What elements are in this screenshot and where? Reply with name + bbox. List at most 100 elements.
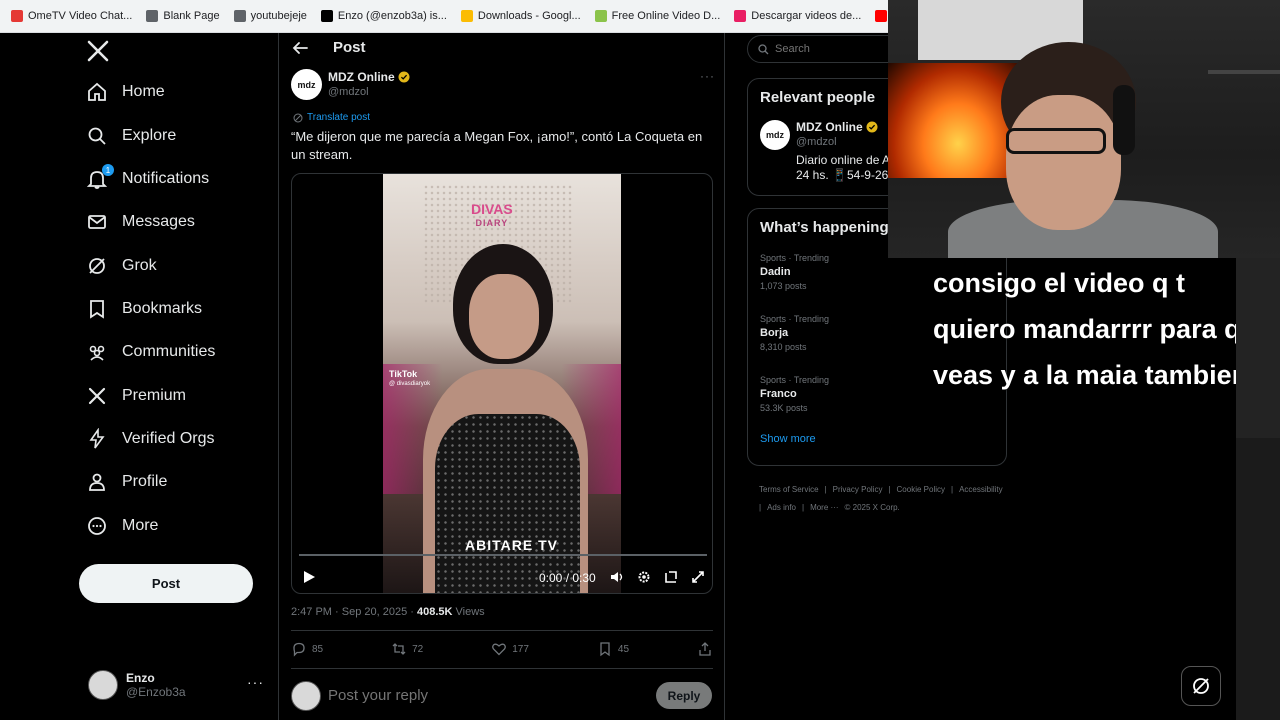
- bookmark-item[interactable]: Free Online Video D...: [588, 4, 728, 28]
- nav-item-notifications[interactable]: 1 Notifications: [86, 164, 209, 194]
- scrollbar[interactable]: [1236, 438, 1280, 720]
- relevant-person-avatar[interactable]: mdz: [760, 120, 790, 150]
- bookmark-item[interactable]: youtubejeje: [227, 4, 314, 28]
- bookmark-item[interactable]: Enzo (@enzob3a) is...: [314, 4, 454, 28]
- footer-link[interactable]: Ads info: [767, 503, 796, 512]
- post-button[interactable]: Post: [79, 564, 253, 603]
- video-player[interactable]: DIVAS DIARY TikTok @ divasdiaryok ABITAR…: [291, 173, 713, 594]
- nav-item-communities[interactable]: Communities: [86, 337, 215, 367]
- search-icon: [758, 43, 769, 54]
- account-handle: @Enzob3a: [126, 685, 186, 699]
- nav-item-messages[interactable]: Messages: [86, 207, 195, 237]
- verified-badge-icon: [398, 71, 410, 83]
- tiktok-icon: [320, 10, 333, 22]
- reply-input[interactable]: [328, 687, 608, 704]
- video-timecode: 0:00 / 0:30: [539, 571, 596, 585]
- lightning-icon: [86, 428, 108, 450]
- settings-gear-icon[interactable]: [637, 570, 651, 584]
- post-timestamp[interactable]: 2:47 PM · Sep 20, 2025 ·: [291, 606, 417, 618]
- reply-button[interactable]: Reply: [656, 682, 712, 709]
- footer-separator: |: [801, 503, 805, 512]
- video-brand-sub: DIARY: [475, 218, 509, 228]
- fullscreen-icon[interactable]: [691, 570, 705, 584]
- reply-icon: [293, 642, 305, 657]
- nav-item-verified-orgs[interactable]: Verified Orgs: [86, 424, 214, 454]
- author-avatar[interactable]: mdz: [291, 69, 322, 100]
- x-logo-icon[interactable]: [86, 39, 110, 63]
- nav-item-label: Premium: [122, 387, 187, 404]
- nav-item-more[interactable]: More: [86, 511, 158, 541]
- drive-icon: [460, 10, 473, 22]
- views-count: 408.5K: [416, 606, 453, 618]
- author-name-text[interactable]: MDZ Online: [328, 70, 395, 84]
- avatar: [291, 681, 321, 711]
- repost-count: 72: [412, 643, 424, 655]
- translate-label[interactable]: Translate post: [307, 112, 370, 123]
- nav-item-explore[interactable]: Explore: [86, 121, 176, 151]
- like-count: 177: [512, 643, 529, 655]
- search-icon: [86, 125, 108, 147]
- video-progress-bar[interactable]: [299, 554, 707, 556]
- x-logo-icon: [86, 385, 108, 407]
- video-brand-logo: DIVAS DIARY: [471, 202, 513, 230]
- left-navigation: Home Explore 1 Notifications Messages Grok Boo…: [0, 33, 278, 720]
- author-name[interactable]: MDZ Online: [328, 70, 410, 84]
- play-icon[interactable]: [302, 570, 316, 584]
- abitare-watermark: ABITARE TV: [465, 537, 558, 553]
- repost-action[interactable]: 72: [391, 641, 423, 657]
- nav-item-label: Grok: [122, 257, 157, 274]
- bookmark-icon: [86, 298, 108, 320]
- verified-badge-icon: [866, 121, 878, 133]
- footer-link[interactable]: Cookie Policy: [897, 485, 945, 494]
- home-icon: [86, 81, 108, 103]
- account-switcher[interactable]: Enzo @Enzob3a ···: [88, 668, 268, 702]
- nav-item-grok[interactable]: Grok: [86, 251, 157, 281]
- post-meta: 2:47 PM · Sep 20, 2025 · 408.5K Views: [291, 606, 485, 618]
- more-dots-icon[interactable]: ···: [247, 674, 264, 690]
- video-frame[interactable]: DIVAS DIARY TikTok @ divasdiaryok ABITAR…: [383, 174, 621, 593]
- relevant-person-handle: @mdzol: [796, 136, 837, 148]
- nav-item-premium[interactable]: Premium: [86, 381, 186, 411]
- volume-icon[interactable]: [610, 570, 624, 584]
- bookmark-item[interactable]: Descargar videos de...: [727, 4, 868, 28]
- download-icon: [594, 10, 607, 22]
- show-more-link[interactable]: Show more: [748, 433, 1006, 457]
- avatar: [88, 670, 118, 700]
- communities-icon: [86, 341, 108, 363]
- bookmark-action[interactable]: 45: [597, 641, 629, 657]
- video-brand: DIVAS: [471, 201, 513, 217]
- page-icon: [146, 10, 159, 22]
- nav-item-bookmarks[interactable]: Bookmarks: [86, 294, 202, 324]
- account-name: Enzo: [126, 671, 155, 685]
- share-action[interactable]: [697, 641, 713, 657]
- relevant-person-name[interactable]: MDZ Online: [796, 120, 878, 134]
- footer-link[interactable]: More ···: [810, 503, 838, 512]
- author-handle: @mdzol: [328, 86, 369, 98]
- nav-item-label: Notifications: [122, 170, 210, 187]
- reply-count: 85: [312, 643, 324, 655]
- nav-item-label: More: [122, 517, 159, 534]
- nav-item-profile[interactable]: Profile: [86, 467, 167, 497]
- post-more-icon[interactable]: ···: [700, 69, 715, 83]
- bookmark-item[interactable]: Blank Page: [139, 4, 226, 28]
- footer-link[interactable]: Accessibility: [959, 485, 1003, 494]
- bookmark-item[interactable]: Downloads - Googl...: [454, 4, 588, 28]
- more-circle-icon: [86, 515, 108, 537]
- picture-in-picture-icon[interactable]: [664, 570, 678, 584]
- nav-item-label: Verified Orgs: [122, 430, 215, 447]
- views-label: Views: [452, 606, 485, 618]
- footer-link[interactable]: Terms of Service: [759, 485, 819, 494]
- relevant-person-name-text[interactable]: MDZ Online: [796, 120, 863, 134]
- reply-action[interactable]: 85: [291, 641, 323, 657]
- bookmark-item[interactable]: OmeTV Video Chat...: [4, 4, 139, 28]
- translate-post-link[interactable]: Translate post: [293, 112, 370, 123]
- back-arrow-icon[interactable]: [291, 39, 309, 57]
- share-icon: [699, 642, 711, 656]
- grok-button[interactable]: [1181, 666, 1221, 706]
- nav-item-home[interactable]: Home: [86, 77, 165, 107]
- footer-separator: |: [759, 503, 762, 512]
- footer-link[interactable]: Privacy Policy: [833, 485, 883, 494]
- footer-links: Terms of Service | Privacy Policy | Cookie P…: [759, 481, 1009, 517]
- footer-link[interactable]: © 2025 X Corp.: [845, 503, 900, 512]
- like-action[interactable]: 177: [491, 641, 529, 657]
